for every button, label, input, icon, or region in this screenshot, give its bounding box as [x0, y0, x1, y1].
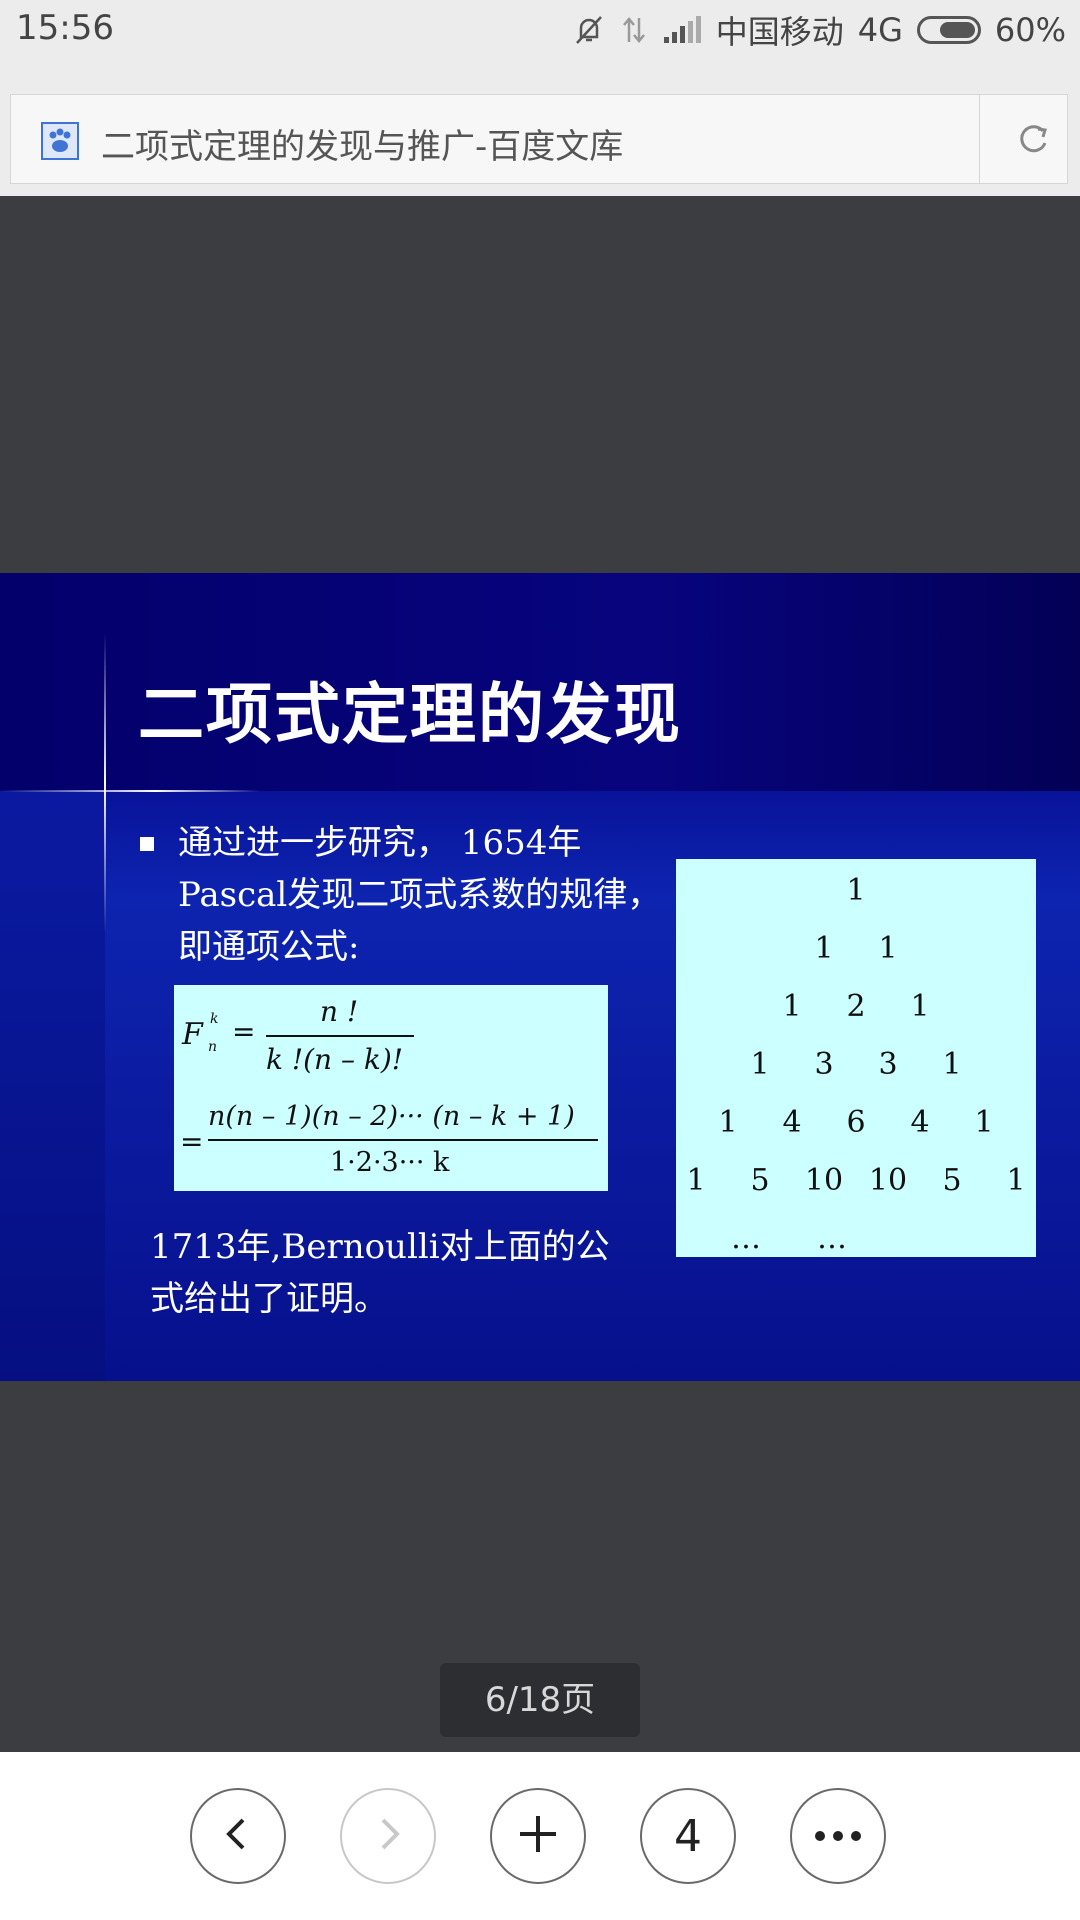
- fraction-bar: [208, 1139, 598, 1141]
- formula-numerator: n !: [320, 995, 359, 1028]
- new-tab-button[interactable]: [490, 1788, 586, 1884]
- triangle-number: 1: [750, 1047, 770, 1082]
- page-title: 二项式定理的发现与推广-百度文库: [101, 127, 624, 167]
- data-transfer-icon: [620, 14, 648, 46]
- baidu-paw-icon: [41, 122, 79, 160]
- triangle-number: …: [731, 1221, 761, 1256]
- triangle-row: ……: [676, 1221, 1036, 1261]
- triangle-number: 1: [782, 989, 802, 1024]
- light-flare: [0, 790, 260, 792]
- battery-percent: 60%: [994, 11, 1066, 49]
- light-flare: [104, 633, 106, 933]
- triangle-number: 10: [868, 1163, 908, 1198]
- triangle-number: 2: [846, 989, 866, 1024]
- formula-denominator: 1·2·3··· k: [330, 1147, 450, 1178]
- page-indicator: 6/18页: [440, 1663, 640, 1737]
- triangle-row: 1 5 10 10 5 1: [676, 1163, 1036, 1203]
- triangle-number: 1: [974, 1105, 994, 1140]
- signal-icon: [662, 15, 702, 45]
- tab-count: 4: [674, 1810, 702, 1862]
- pascal-triangle: 1 1 1 1 2 1 1 3 3 1 1 4 6 4 1 1 5 10 10 5 1……: [676, 859, 1036, 1257]
- formula-numerator: n(n – 1)(n – 2)··· (n – k + 1): [208, 1101, 575, 1132]
- triangle-number: 3: [814, 1047, 834, 1082]
- back-button[interactable]: [190, 1788, 286, 1884]
- triangle-row: 1 4 6 4 1: [676, 1105, 1036, 1145]
- triangle-number: 6: [846, 1105, 866, 1140]
- triangle-number: 10: [804, 1163, 844, 1198]
- triangle-number: …: [817, 1221, 847, 1256]
- more-button[interactable]: [790, 1788, 886, 1884]
- triangle-number: 1: [878, 931, 898, 966]
- conclusion-text: 1713年,Bernoulli对上面的公式给出了证明。: [150, 1227, 610, 1319]
- triangle-row: 11: [676, 931, 1036, 971]
- status-time: 15:56: [16, 8, 114, 48]
- triangle-number: 1: [686, 1163, 706, 1198]
- triangle-number: 4: [782, 1105, 802, 1140]
- triangle-number: 1: [718, 1105, 738, 1140]
- slide-side-band: [0, 791, 105, 1381]
- browser-bar: 二项式定理的发现与推广-百度文库: [0, 60, 1080, 196]
- more-icon: [814, 1827, 862, 1846]
- document-slide: 二项式定理的发现 通过进一步研究， 1654年Pascal发现二项式系数的规律，…: [0, 573, 1080, 1381]
- plus-icon: [516, 1812, 560, 1860]
- bottom-toolbar: 4: [0, 1752, 1080, 1920]
- divider: [979, 95, 980, 183]
- triangle-row: 1 3 3 1: [676, 1047, 1036, 1087]
- triangle-number: 5: [942, 1163, 962, 1198]
- bullet-square-icon: [140, 837, 154, 851]
- triangle-row: 1: [676, 873, 1036, 913]
- forward-button[interactable]: [340, 1788, 436, 1884]
- fraction-bar: [266, 1035, 414, 1037]
- formula-equals: =: [232, 1015, 256, 1048]
- carrier-name: 中国移动: [715, 13, 844, 51]
- status-indicators: 中国移动 4G 60%: [572, 8, 1066, 52]
- slide-title: 二项式定理的发现: [138, 675, 682, 753]
- network-type: 4G: [857, 11, 903, 49]
- triangle-number: 5: [750, 1163, 770, 1198]
- status-bar: 15:56 中国移动 4G 60%: [0, 0, 1080, 60]
- triangle-number: 1: [1006, 1163, 1026, 1198]
- triangle-number: 4: [910, 1105, 930, 1140]
- mute-bell-icon: [572, 13, 606, 47]
- triangle-number: 1: [814, 931, 834, 966]
- formula-box: F k n = n ! k !(n – k)! = n(n – 1)(n – 2…: [174, 985, 608, 1191]
- forward-icon: [368, 1814, 408, 1858]
- tabs-button[interactable]: 4: [640, 1788, 736, 1884]
- formula-subscript: n: [208, 1039, 218, 1055]
- address-bar[interactable]: 二项式定理的发现与推广-百度文库: [10, 94, 1068, 184]
- triangle-row: 1 2 1: [676, 989, 1036, 1029]
- bullet-text: 通过进一步研究， 1654年Pascal发现二项式系数的规律，即通项公式:: [178, 823, 662, 967]
- triangle-number: 1: [942, 1047, 962, 1082]
- triangle-number: 3: [878, 1047, 898, 1082]
- formula-denominator: k !(n – k)!: [266, 1043, 404, 1076]
- battery-icon: [916, 16, 981, 44]
- formula-superscript: k: [210, 1011, 219, 1027]
- formula-equals: =: [180, 1125, 204, 1158]
- triangle-number: 1: [846, 873, 866, 908]
- back-icon: [218, 1814, 258, 1858]
- refresh-icon[interactable]: [1011, 117, 1055, 161]
- formula-symbol: F: [182, 1017, 203, 1052]
- triangle-number: 1: [910, 989, 930, 1024]
